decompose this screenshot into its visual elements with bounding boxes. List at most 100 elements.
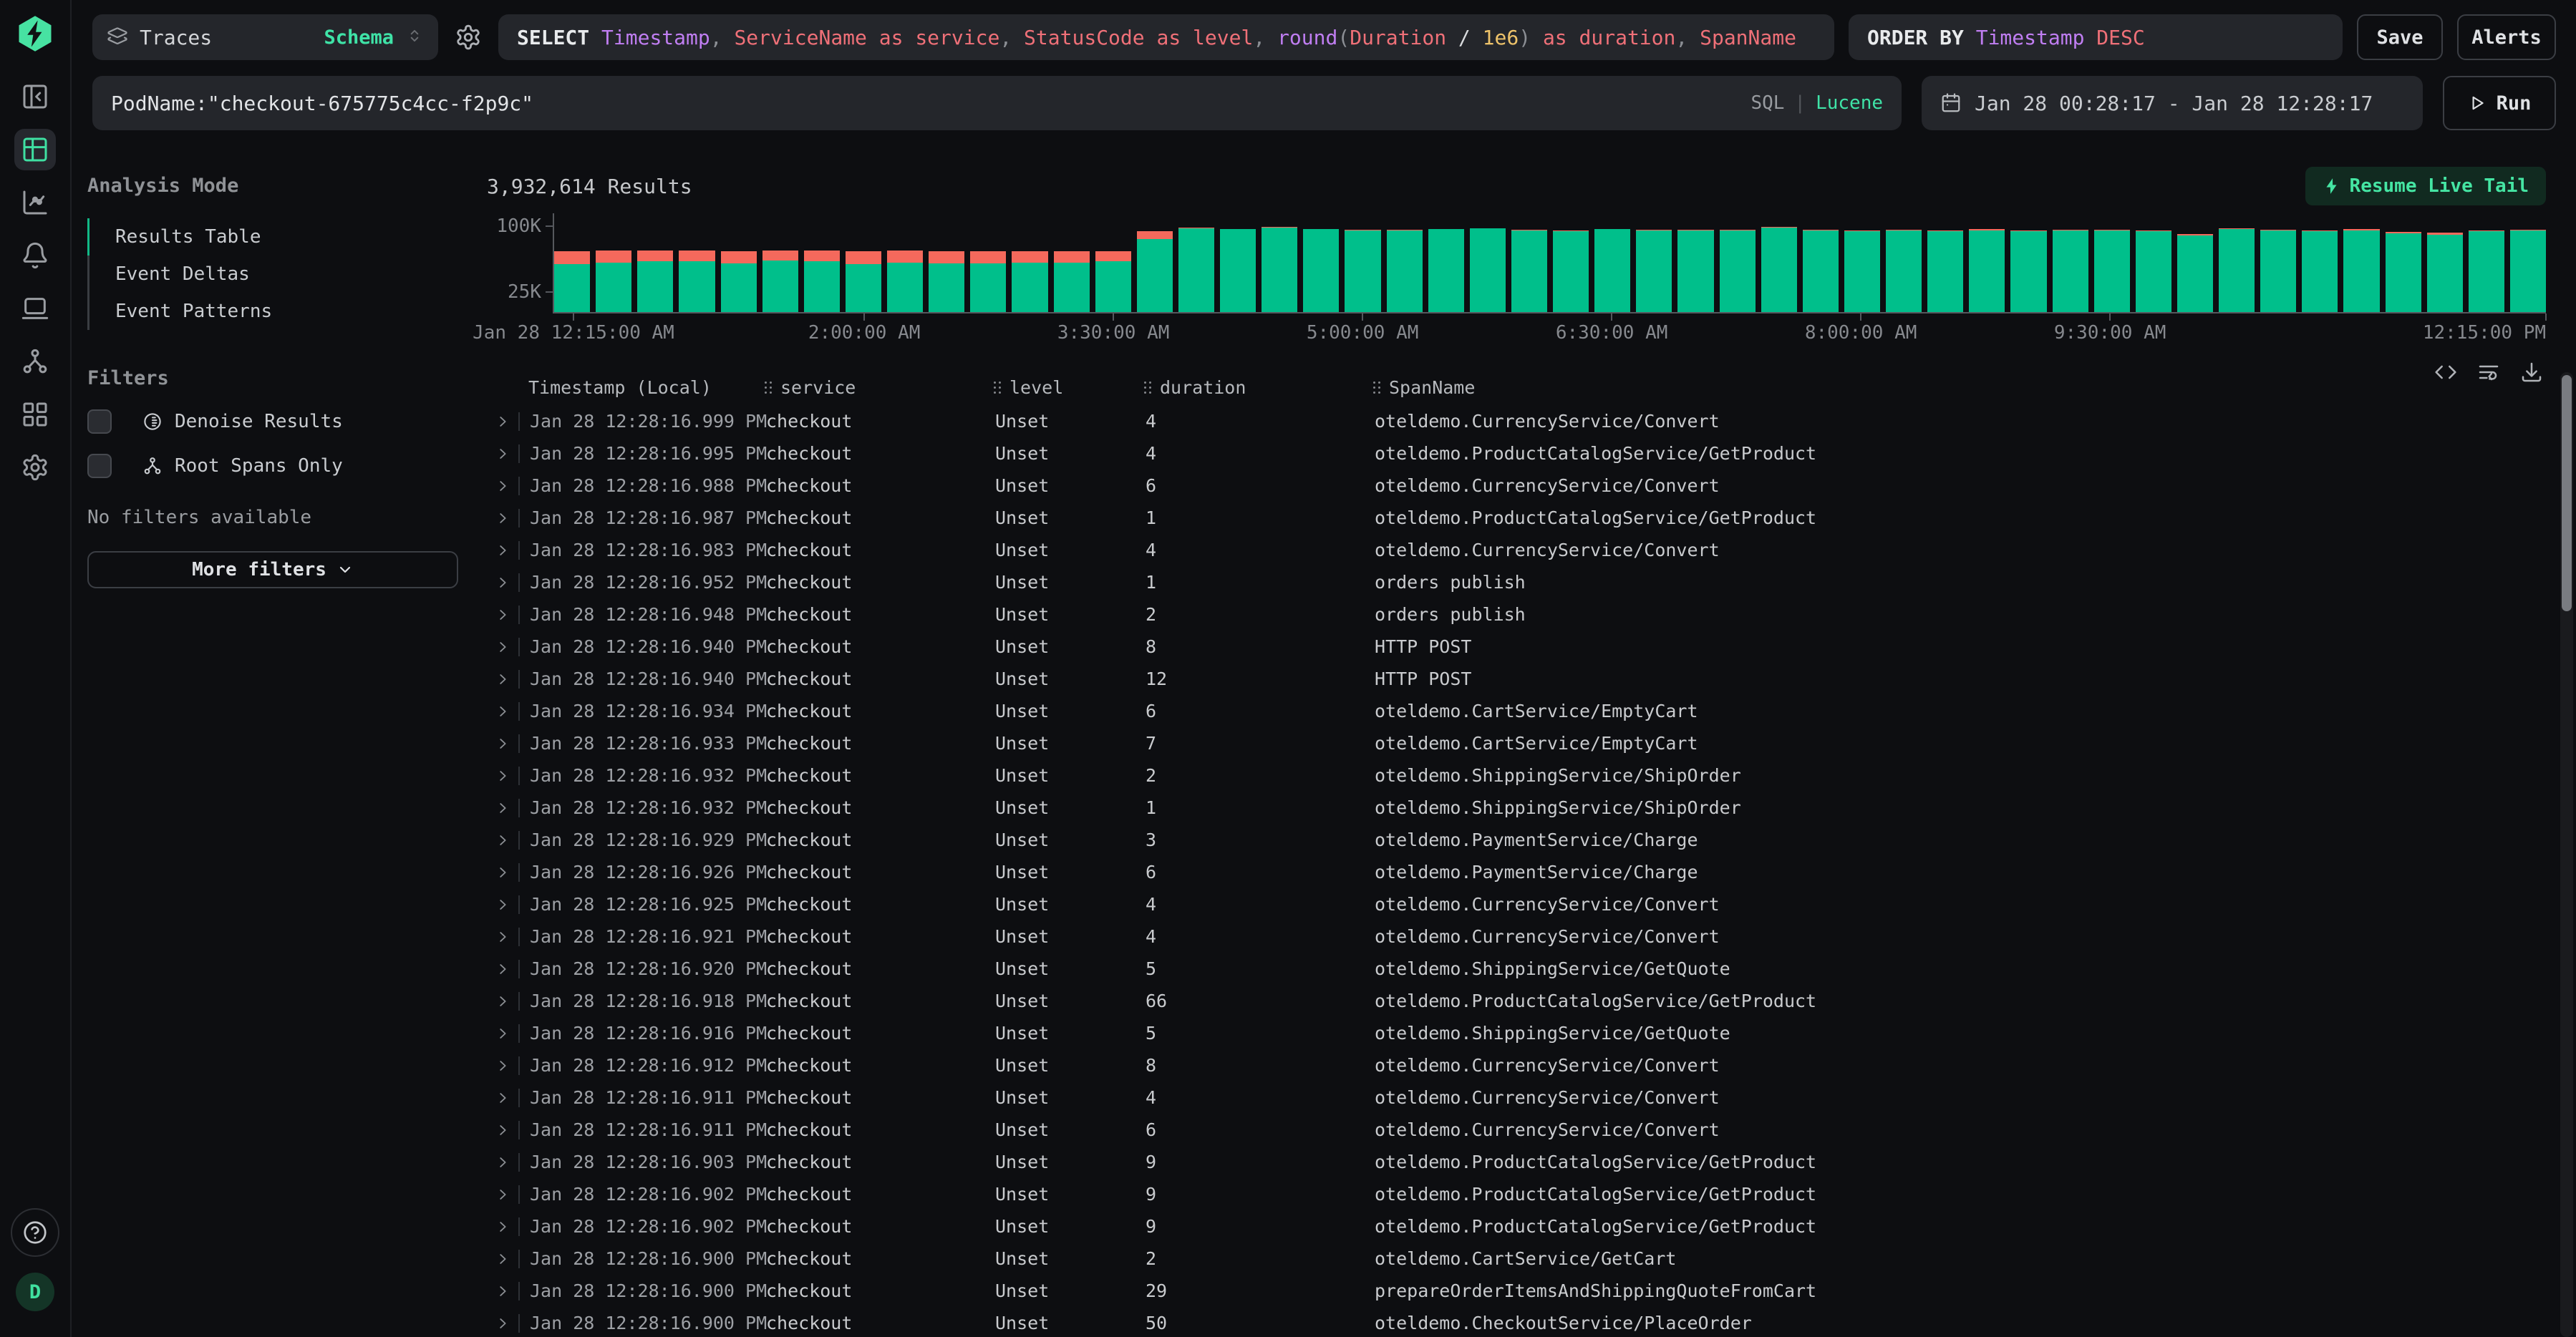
run-button[interactable]: Run	[2443, 76, 2556, 130]
trace-row[interactable]: Jan 28 12:28:16.983 PMcheckoutUnset4otel…	[487, 534, 2546, 566]
sidebar-item-alerts[interactable]	[14, 235, 56, 276]
expand-row-icon[interactable]	[491, 800, 514, 816]
source-settings-button[interactable]	[452, 14, 484, 60]
expand-row-icon[interactable]	[491, 1283, 514, 1299]
chart-bar[interactable]	[1844, 230, 1880, 312]
sidebar-item-settings[interactable]	[14, 447, 56, 488]
expand-row-icon[interactable]	[491, 414, 514, 429]
chart-bar[interactable]	[1262, 227, 1297, 312]
expand-row-icon[interactable]	[491, 736, 514, 752]
hyperdx-logo[interactable]	[14, 13, 56, 54]
expand-row-icon[interactable]	[491, 510, 514, 526]
trace-row[interactable]: Jan 28 12:28:16.911 PMcheckoutUnset6otel…	[487, 1114, 2546, 1146]
expand-row-icon[interactable]	[491, 1187, 514, 1202]
expand-row-icon[interactable]	[491, 704, 514, 719]
sidebar-item-service-map[interactable]	[14, 341, 56, 382]
trace-row[interactable]: Jan 28 12:28:16.948 PMcheckoutUnset2orde…	[487, 598, 2546, 631]
expand-row-icon[interactable]	[491, 607, 514, 623]
expand-row-icon[interactable]	[491, 1251, 514, 1267]
expand-row-icon[interactable]	[491, 897, 514, 913]
trace-row[interactable]: Jan 28 12:28:16.995 PMcheckoutUnset4otel…	[487, 437, 2546, 470]
sql-select-input[interactable]: SELECT Timestamp, ServiceName as service…	[498, 14, 1834, 60]
trace-row[interactable]: Jan 28 12:28:16.932 PMcheckoutUnset1otel…	[487, 792, 2546, 824]
chart-bar[interactable]	[1178, 228, 1214, 312]
chart-bar[interactable]	[1803, 230, 1839, 312]
expand-row-icon[interactable]	[491, 575, 514, 590]
expand-row-icon[interactable]	[491, 1154, 514, 1170]
expand-row-icon[interactable]	[491, 865, 514, 880]
chart-bar[interactable]	[2386, 232, 2421, 312]
chart-bar[interactable]	[1594, 229, 1630, 312]
analysis-mode-item[interactable]: Event Patterns	[89, 293, 458, 330]
trace-row[interactable]: Jan 28 12:28:16.902 PMcheckoutUnset9otel…	[487, 1178, 2546, 1210]
chart-bar[interactable]	[2343, 229, 2379, 312]
filter-toggle[interactable]: Denoise Results	[87, 409, 458, 434]
order-by-input[interactable]: ORDER BY Timestamp DESC	[1849, 14, 2343, 60]
chart-bar[interactable]	[2260, 230, 2296, 312]
language-sql[interactable]: SQL	[1751, 92, 1784, 114]
wrap-text-button[interactable]	[2477, 361, 2500, 384]
expand-row-icon[interactable]	[491, 446, 514, 462]
trace-row[interactable]: Jan 28 12:28:16.934 PMcheckoutUnset6otel…	[487, 695, 2546, 727]
download-button[interactable]	[2520, 361, 2543, 384]
trace-row[interactable]: Jan 28 12:28:16.940 PMcheckoutUnset8HTTP…	[487, 631, 2546, 663]
chart-bar[interactable]	[762, 251, 798, 312]
chart-bar[interactable]	[970, 251, 1006, 312]
trace-row[interactable]: Jan 28 12:28:16.900 PMcheckoutUnset50ote…	[487, 1307, 2546, 1337]
chart-bar[interactable]	[721, 251, 757, 312]
resume-live-tail-button[interactable]: Resume Live Tail	[2305, 167, 2546, 205]
checkbox[interactable]	[87, 454, 112, 478]
chart-bar[interactable]	[637, 251, 673, 312]
chart-bar[interactable]	[804, 251, 840, 312]
expand-row-icon[interactable]	[491, 478, 514, 494]
chart-bar[interactable]	[2469, 230, 2504, 312]
chart-bar[interactable]	[2053, 230, 2088, 312]
alerts-button[interactable]: Alerts	[2457, 14, 2556, 60]
checkbox[interactable]	[87, 409, 112, 434]
trace-row[interactable]: Jan 28 12:28:16.932 PMcheckoutUnset2otel…	[487, 759, 2546, 792]
chart-bar[interactable]	[1387, 230, 1423, 312]
chart-bar[interactable]	[1470, 228, 1506, 312]
time-range-picker[interactable]: Jan 28 00:28:17 - Jan 28 12:28:17	[1922, 76, 2423, 130]
sidebar-item-search[interactable]	[14, 129, 56, 170]
trace-row[interactable]: Jan 28 12:28:16.912 PMcheckoutUnset8otel…	[487, 1049, 2546, 1081]
expand-row-icon[interactable]	[491, 639, 514, 655]
expand-row-icon[interactable]	[491, 543, 514, 558]
user-avatar[interactable]: D	[16, 1273, 54, 1311]
chart-bar[interactable]	[596, 251, 631, 312]
search-input[interactable]	[111, 92, 1758, 115]
expand-row-icon[interactable]	[491, 1316, 514, 1331]
trace-row[interactable]: Jan 28 12:28:16.900 PMcheckoutUnset29pre…	[487, 1275, 2546, 1307]
column-header-timestamp[interactable]: Timestamp (Local)	[528, 377, 765, 398]
column-header-level[interactable]: level	[994, 377, 1144, 398]
analysis-mode-item[interactable]: Event Deltas	[89, 256, 458, 293]
trace-row[interactable]: Jan 28 12:28:16.925 PMcheckoutUnset4otel…	[487, 888, 2546, 920]
trace-row[interactable]: Jan 28 12:28:16.911 PMcheckoutUnset4otel…	[487, 1081, 2546, 1114]
more-filters-button[interactable]: More filters	[87, 551, 458, 588]
chart-bar[interactable]	[1720, 230, 1756, 312]
expand-row-icon[interactable]	[491, 1219, 514, 1235]
trace-row[interactable]: Jan 28 12:28:16.916 PMcheckoutUnset5otel…	[487, 1017, 2546, 1049]
chart-bar[interactable]	[2302, 230, 2338, 312]
chart-bar[interactable]	[1137, 231, 1173, 312]
chart-bar[interactable]	[1095, 251, 1131, 312]
expand-row-icon[interactable]	[491, 832, 514, 848]
trace-row[interactable]: Jan 28 12:28:16.933 PMcheckoutUnset7otel…	[487, 727, 2546, 759]
chart-bar[interactable]	[1303, 229, 1339, 312]
chart-bar[interactable]	[2136, 230, 2171, 312]
analysis-mode-item[interactable]: Results Table	[89, 218, 458, 256]
column-drag-handle-icon[interactable]	[1373, 381, 1382, 394]
table-scrollbar[interactable]	[2560, 372, 2573, 1337]
source-select[interactable]: Traces Schema	[92, 14, 438, 60]
expand-row-icon[interactable]	[491, 1026, 514, 1041]
chart-bar[interactable]	[1553, 230, 1589, 312]
collapse-panel-button[interactable]	[14, 76, 56, 117]
chart-bar[interactable]	[1927, 230, 1963, 312]
chart-bar[interactable]	[554, 251, 590, 312]
chart-bar[interactable]	[1511, 230, 1547, 312]
expand-row-icon[interactable]	[491, 993, 514, 1009]
trace-row[interactable]: Jan 28 12:28:16.918 PMcheckoutUnset66ote…	[487, 985, 2546, 1017]
trace-row[interactable]: Jan 28 12:28:16.940 PMcheckoutUnset12HTT…	[487, 663, 2546, 695]
chart-bar[interactable]	[1886, 230, 1922, 312]
expand-row-icon[interactable]	[491, 671, 514, 687]
